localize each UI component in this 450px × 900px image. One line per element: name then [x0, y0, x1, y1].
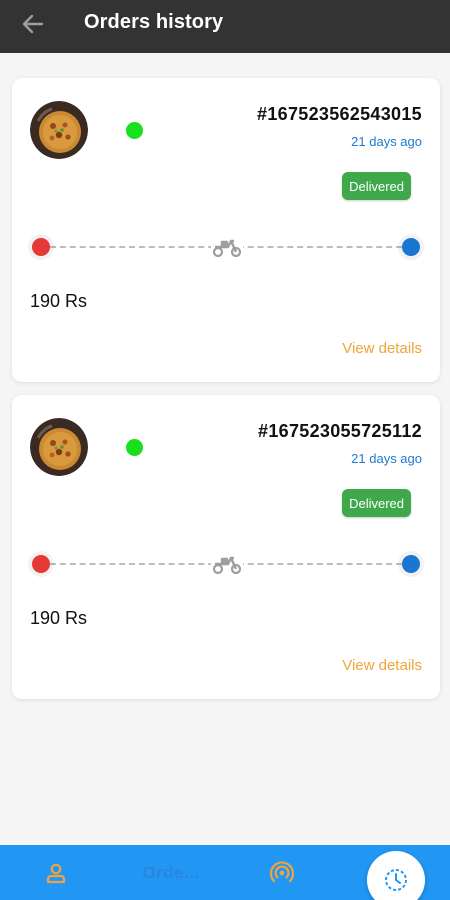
status-online-dot	[126, 439, 143, 456]
nav-orders[interactable]: Orde...	[138, 845, 204, 900]
dropoff-pin-icon	[402, 238, 420, 256]
status-badge: Delivered	[342, 489, 411, 517]
page-title: Orders history	[84, 11, 224, 33]
scooter-icon	[211, 549, 243, 577]
order-id: #167523055725112	[258, 421, 422, 441]
view-details-link[interactable]: View details	[342, 657, 422, 674]
food-thumbnail	[30, 418, 88, 476]
food-thumbnail	[30, 101, 88, 159]
order-time: 21 days ago	[351, 134, 422, 149]
broadcast-icon	[269, 860, 295, 882]
status-badge: Delivered	[342, 172, 411, 200]
clock-history-icon	[385, 869, 407, 891]
arrow-left-icon	[22, 14, 44, 34]
person-icon	[46, 863, 66, 883]
scooter-icon	[211, 232, 243, 260]
app-bar: Orders history	[0, 0, 450, 53]
status-online-dot	[126, 122, 143, 139]
order-card[interactable]: #167523562543015 21 days ago Delivered 1…	[12, 78, 440, 382]
back-button[interactable]	[18, 9, 48, 39]
delivery-route	[30, 232, 422, 260]
order-id: #167523562543015	[257, 104, 422, 124]
order-price: 190 Rs	[30, 608, 88, 628]
nav-profile[interactable]	[30, 845, 82, 900]
order-time: 21 days ago	[351, 451, 422, 466]
view-details-link[interactable]: View details	[342, 340, 422, 357]
dropoff-pin-icon	[402, 555, 420, 573]
pickup-pin-icon	[32, 555, 50, 573]
nav-history-active[interactable]	[367, 851, 425, 900]
order-price: 190 Rs	[30, 291, 88, 311]
nav-orders-label: Orde...	[142, 862, 200, 882]
pickup-pin-icon	[32, 238, 50, 256]
order-card[interactable]: #167523055725112 21 days ago Delivered 1…	[12, 395, 440, 699]
nav-live[interactable]	[256, 845, 308, 900]
delivery-route	[30, 549, 422, 577]
